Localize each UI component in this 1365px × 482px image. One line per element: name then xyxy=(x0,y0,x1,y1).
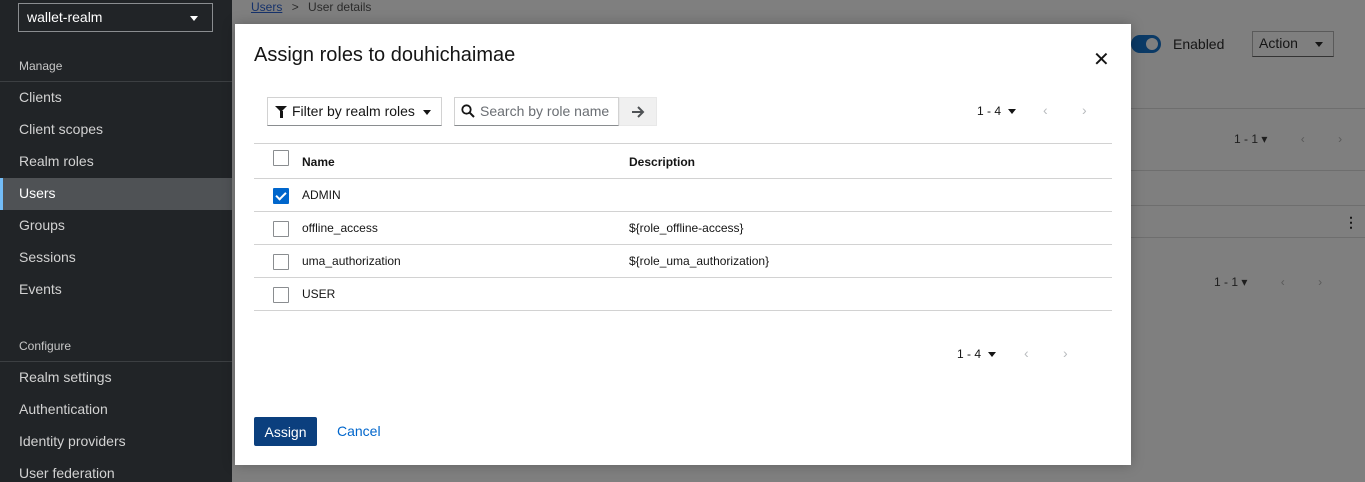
caret-down-icon xyxy=(423,110,431,115)
modal-title: Assign roles to douhichaimae xyxy=(254,44,516,66)
sidebar-item-client-scopes[interactable]: Client scopes xyxy=(0,114,232,146)
sidebar-item-users[interactable]: Users xyxy=(0,178,232,210)
divider xyxy=(1131,108,1365,109)
caret-down-icon xyxy=(1315,42,1323,47)
chevron-right-icon[interactable]: › xyxy=(1338,132,1342,146)
divider xyxy=(1131,205,1365,206)
table-row: ADMIN xyxy=(254,179,1112,212)
divider xyxy=(1131,237,1365,238)
breadcrumb-separator: > xyxy=(291,0,299,14)
kebab-menu-icon[interactable]: ⋮ xyxy=(1344,214,1358,231)
role-name: ADMIN xyxy=(302,188,341,202)
chevron-left-icon[interactable]: ‹ xyxy=(1301,132,1305,146)
row-checkbox[interactable] xyxy=(273,254,289,270)
realm-selector-label: wallet-realm xyxy=(27,9,103,25)
pagination-top-label: 1 - 4 xyxy=(977,104,1002,118)
realm-selector[interactable]: wallet-realm xyxy=(18,3,213,32)
filter-dropdown-label: Filter by realm roles xyxy=(292,103,415,119)
caret-down-icon xyxy=(988,352,997,358)
sidebar-item-user-federation[interactable]: User federation xyxy=(0,458,232,482)
filter-icon xyxy=(275,106,287,118)
sidebar-item-events[interactable]: Events xyxy=(0,274,232,306)
search-icon xyxy=(461,104,475,118)
search-box xyxy=(454,97,619,126)
sidebar-item-clients[interactable]: Clients xyxy=(0,82,232,114)
role-name: offline_access xyxy=(302,221,378,235)
chevron-right-icon[interactable]: › xyxy=(1082,102,1087,118)
pagination-bottom[interactable]: 1 - 4 xyxy=(957,347,997,361)
action-dropdown-label: Action xyxy=(1259,35,1298,51)
nav-section-configure: Configure xyxy=(19,339,72,353)
assign-roles-modal: Assign roles to douhichaimae ✕ Filter by… xyxy=(235,24,1131,465)
chevron-left-icon[interactable]: ‹ xyxy=(1024,345,1029,361)
bg-pagination-2-label: 1 - 1 xyxy=(1214,275,1239,289)
search-submit-button[interactable] xyxy=(619,97,657,126)
action-dropdown[interactable]: Action xyxy=(1252,31,1334,57)
chevron-left-icon[interactable]: ‹ xyxy=(1043,102,1048,118)
bg-pagination-1-label: 1 - 1 xyxy=(1234,132,1259,146)
column-header-name: Name xyxy=(302,155,335,169)
table-row: USER xyxy=(254,278,1112,311)
sidebar-item-authentication[interactable]: Authentication xyxy=(0,394,232,426)
cancel-button[interactable]: Cancel xyxy=(337,423,381,439)
nav-section-manage: Manage xyxy=(19,59,63,73)
pagination-top[interactable]: 1 - 4 xyxy=(977,104,1017,118)
bg-pagination-1[interactable]: 1 - 1 ▾ ‹ › xyxy=(1234,132,1342,146)
assign-button[interactable]: Assign xyxy=(254,417,317,446)
close-icon[interactable]: ✕ xyxy=(1093,47,1110,72)
enabled-toggle[interactable] xyxy=(1131,35,1161,53)
sidebar-item-realm-roles[interactable]: Realm roles xyxy=(0,146,232,178)
role-name: USER xyxy=(302,287,336,301)
breadcrumb-current: User details xyxy=(308,0,372,14)
sidebar: wallet-realm Manage Clients Client scope… xyxy=(0,0,232,482)
filter-dropdown[interactable]: Filter by realm roles xyxy=(267,97,442,126)
sidebar-item-realm-settings[interactable]: Realm settings xyxy=(0,362,232,394)
enabled-label: Enabled xyxy=(1173,36,1225,52)
sidebar-item-groups[interactable]: Groups xyxy=(0,210,232,242)
caret-down-icon xyxy=(190,16,198,21)
breadcrumb: Users > User details xyxy=(251,0,371,14)
row-checkbox[interactable] xyxy=(273,188,289,204)
column-header-description: Description xyxy=(629,155,696,169)
chevron-right-icon[interactable]: › xyxy=(1063,345,1068,361)
sidebar-item-sessions[interactable]: Sessions xyxy=(0,242,232,274)
table-row: uma_authorization ${role_uma_authorizati… xyxy=(254,245,1112,278)
role-description: ${role_uma_authorization} xyxy=(629,254,770,268)
role-description: ${role_offline-access} xyxy=(629,221,744,235)
sidebar-item-identity-providers[interactable]: Identity providers xyxy=(0,426,232,458)
row-checkbox[interactable] xyxy=(273,287,289,303)
chevron-left-icon[interactable]: ‹ xyxy=(1281,275,1285,289)
row-checkbox[interactable] xyxy=(273,221,289,237)
chevron-right-icon[interactable]: › xyxy=(1318,275,1322,289)
caret-down-icon xyxy=(1008,109,1017,115)
table-header-row: Name Description xyxy=(254,143,1112,179)
arrow-right-icon xyxy=(632,105,645,118)
breadcrumb-users-link[interactable]: Users xyxy=(251,0,282,14)
search-input[interactable] xyxy=(480,101,615,121)
table-row: offline_access ${role_offline-access} xyxy=(254,212,1112,245)
divider xyxy=(1131,170,1365,171)
bg-pagination-2[interactable]: 1 - 1 ▾ ‹ › xyxy=(1214,275,1322,289)
pagination-bottom-label: 1 - 4 xyxy=(957,347,982,361)
select-all-checkbox[interactable] xyxy=(273,150,289,166)
role-name: uma_authorization xyxy=(302,254,401,268)
